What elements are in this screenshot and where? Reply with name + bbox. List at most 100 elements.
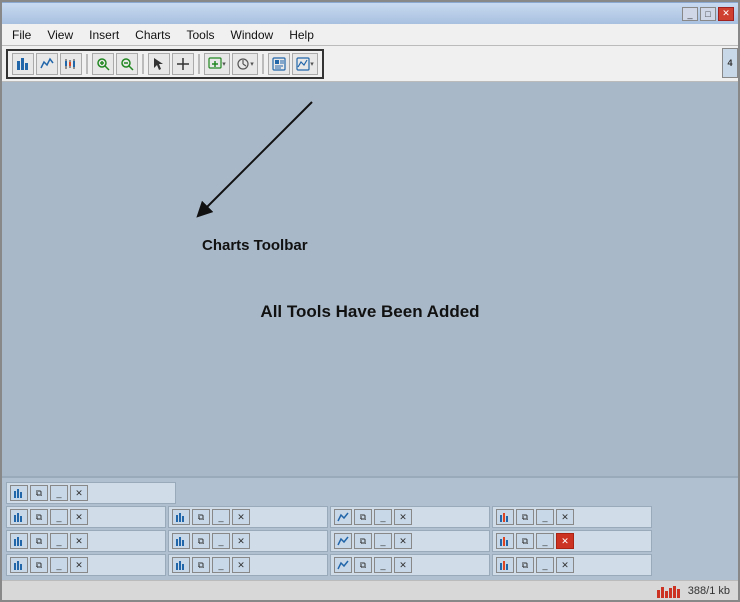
chart-icon-2-1 [10, 509, 28, 525]
restore-btn-4-3[interactable]: ⧉ [354, 557, 372, 573]
minimize-btn-2-4[interactable]: _ [536, 509, 554, 525]
close-btn-3-4-red[interactable]: ✕ [556, 533, 574, 549]
content-area: Charts Toolbar All Tools Have Been Added… [2, 82, 738, 600]
close-btn-4-1[interactable]: ✕ [70, 557, 88, 573]
title-bar-buttons: _ □ ✕ [682, 7, 734, 21]
chart-icon-2-2 [172, 509, 190, 525]
menu-window[interactable]: Window [225, 26, 280, 44]
chart-icon-1-1 [10, 485, 28, 501]
candle-chart-icon[interactable] [60, 53, 82, 75]
menu-tools[interactable]: Tools [181, 26, 221, 44]
restore-btn-2-2[interactable]: ⧉ [192, 509, 210, 525]
sub-window-2-3: ⧉ _ ✕ [330, 506, 490, 528]
close-btn-2-4[interactable]: ✕ [556, 509, 574, 525]
menu-insert[interactable]: Insert [83, 26, 125, 44]
sub-row-4: ⧉ _ ✕ ⧉ _ ✕ ⧉ _ ✕ [6, 554, 734, 576]
annotation-arrow [122, 92, 372, 252]
maximize-button[interactable]: □ [700, 7, 716, 21]
menu-file[interactable]: File [6, 26, 37, 44]
minimize-btn-4-4[interactable]: _ [536, 557, 554, 573]
restore-btn-4-1[interactable]: ⧉ [30, 557, 48, 573]
app-window: _ □ ✕ File View Insert Charts Tools Wind… [0, 0, 740, 602]
close-btn-2-2[interactable]: ✕ [232, 509, 250, 525]
minimize-button[interactable]: _ [682, 7, 698, 21]
sub-window-4-2: ⧉ _ ✕ [168, 554, 328, 576]
restore-btn-2-3[interactable]: ⧉ [354, 509, 372, 525]
minimize-btn-2-3[interactable]: _ [374, 509, 392, 525]
minimize-btn-2-2[interactable]: _ [212, 509, 230, 525]
sep1 [86, 54, 88, 74]
pointer-icon[interactable] [148, 53, 170, 75]
minimize-btn-4-3[interactable]: _ [374, 557, 392, 573]
sub-window-3-1: ⧉ _ ✕ [6, 530, 166, 552]
side-number-indicator: 4 [722, 48, 738, 78]
minimize-btn-3-2[interactable]: _ [212, 533, 230, 549]
chart-icon-4-3 [334, 557, 352, 573]
restore-btn-3-2[interactable]: ⧉ [192, 533, 210, 549]
close-btn-4-2[interactable]: ✕ [232, 557, 250, 573]
chart-icon-3-1 [10, 533, 28, 549]
minimize-btn-4-2[interactable]: _ [212, 557, 230, 573]
sub-window-2-4: ⧉ _ ✕ [492, 506, 652, 528]
menu-charts[interactable]: Charts [129, 26, 176, 44]
indicator-icon[interactable]: ▾ [292, 53, 318, 75]
template-icon[interactable] [268, 53, 290, 75]
sub-window-4-3: ⧉ _ ✕ [330, 554, 490, 576]
close-btn-2-1[interactable]: ✕ [70, 509, 88, 525]
sep4 [262, 54, 264, 74]
zoom-in-icon[interactable] [92, 53, 114, 75]
close-btn-3-1[interactable]: ✕ [70, 533, 88, 549]
close-btn-2-3[interactable]: ✕ [394, 509, 412, 525]
crosshair-icon[interactable] [172, 53, 194, 75]
toolbar-area: ▾ ▾ ▾ 4 [2, 46, 738, 82]
restore-btn-4-2[interactable]: ⧉ [192, 557, 210, 573]
sub-window-3-4: ⧉ _ ✕ [492, 530, 652, 552]
sub-window-2-2: ⧉ _ ✕ [168, 506, 328, 528]
chart-icon-4-4 [496, 557, 514, 573]
restore-btn-3-4[interactable]: ⧉ [516, 533, 534, 549]
restore-btn-1-1[interactable]: ⧉ [30, 485, 48, 501]
close-btn-3-2[interactable]: ✕ [232, 533, 250, 549]
sep3 [198, 54, 200, 74]
main-area: Charts Toolbar All Tools Have Been Added [2, 82, 738, 476]
minimize-btn-3-3[interactable]: _ [374, 533, 392, 549]
menu-bar: File View Insert Charts Tools Window Hel… [2, 24, 738, 46]
status-text: 388/1 kb [688, 585, 730, 597]
sub-window-4-1: ⧉ _ ✕ [6, 554, 166, 576]
close-btn-4-4[interactable]: ✕ [556, 557, 574, 573]
close-button[interactable]: ✕ [718, 7, 734, 21]
restore-btn-2-1[interactable]: ⧉ [30, 509, 48, 525]
annotation-label: Charts Toolbar [202, 237, 308, 254]
chart-icon-4-2 [172, 557, 190, 573]
minimize-btn-1-1[interactable]: _ [50, 485, 68, 501]
menu-help[interactable]: Help [283, 26, 320, 44]
new-chart-icon[interactable]: ▾ [204, 53, 230, 75]
title-bar: _ □ ✕ [2, 2, 738, 24]
chart-icon-3-2 [172, 533, 190, 549]
close-btn-3-3[interactable]: ✕ [394, 533, 412, 549]
sep2 [142, 54, 144, 74]
minimize-btn-3-4[interactable]: _ [536, 533, 554, 549]
restore-btn-3-3[interactable]: ⧉ [354, 533, 372, 549]
minimize-btn-3-1[interactable]: _ [50, 533, 68, 549]
minimize-btn-2-1[interactable]: _ [50, 509, 68, 525]
chart-icon-4-1 [10, 557, 28, 573]
sub-window-2-1: ⧉ _ ✕ [6, 506, 166, 528]
sub-window-1-1: ⧉ _ ✕ [6, 482, 176, 504]
restore-btn-4-4[interactable]: ⧉ [516, 557, 534, 573]
chart-status-icon [656, 584, 684, 598]
line-chart-icon[interactable] [36, 53, 58, 75]
minimize-btn-4-1[interactable]: _ [50, 557, 68, 573]
close-btn-4-3[interactable]: ✕ [394, 557, 412, 573]
bottom-panel: ⧉ _ ✕ ⧉ _ ✕ ⧉ _ [2, 476, 738, 580]
close-btn-1-1[interactable]: ✕ [70, 485, 88, 501]
restore-btn-3-1[interactable]: ⧉ [30, 533, 48, 549]
menu-view[interactable]: View [41, 26, 79, 44]
all-tools-label: All Tools Have Been Added [102, 302, 638, 322]
zoom-out-icon[interactable] [116, 53, 138, 75]
bar-chart-icon[interactable] [12, 53, 34, 75]
restore-btn-2-4[interactable]: ⧉ [516, 509, 534, 525]
status-bar: 388/1 kb [2, 580, 738, 600]
timeframe-icon[interactable]: ▾ [232, 53, 258, 75]
sub-window-3-2: ⧉ _ ✕ [168, 530, 328, 552]
